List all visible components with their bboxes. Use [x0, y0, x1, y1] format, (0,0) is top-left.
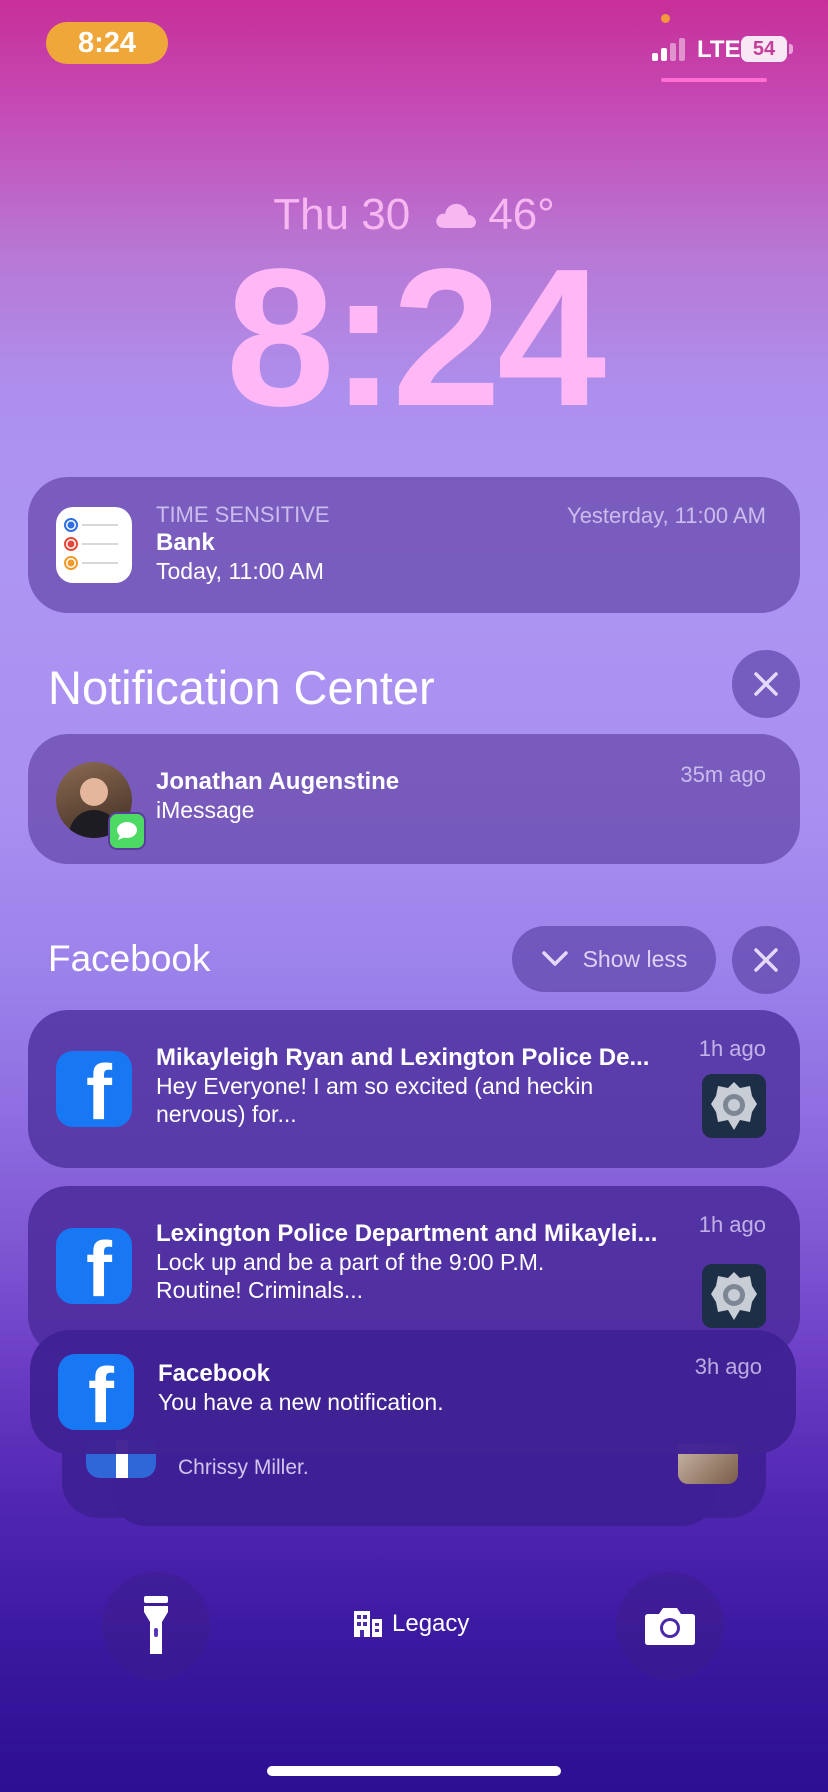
- speech-bubble-icon: [117, 822, 137, 840]
- chevron-down-icon: [541, 951, 568, 966]
- notification-center-title: Notification Center: [48, 661, 435, 714]
- police-badge-thumbnail: [702, 1264, 766, 1328]
- camera-button[interactable]: [616, 1572, 724, 1680]
- close-icon: [754, 672, 778, 696]
- facebook-icon: f: [58, 1354, 134, 1430]
- status-time-pill[interactable]: 8:24: [46, 22, 168, 64]
- control-center-indicator[interactable]: [661, 78, 767, 82]
- peek-notification-text: Chrissy Miller.: [178, 1456, 309, 1479]
- notification-title: Facebook: [158, 1360, 271, 1387]
- notification-title: Mikayleigh Ryan and Lexington Police De.…: [156, 1044, 650, 1071]
- clear-notification-center-button[interactable]: [732, 650, 800, 718]
- battery-level: 54: [752, 37, 776, 60]
- status-time: 8:24: [77, 26, 137, 59]
- police-badge-icon: [711, 1272, 757, 1320]
- notification-time: 35m ago: [680, 762, 766, 787]
- notification-body-line: nervous) for...: [156, 1101, 297, 1127]
- notification-time: Yesterday, 11:00 AM: [567, 503, 766, 528]
- show-less-label: Show less: [582, 945, 688, 972]
- reminders-list-icon: [64, 518, 118, 570]
- police-badge-thumbnail: [702, 1074, 766, 1138]
- facebook-icon: f: [56, 1051, 132, 1127]
- building-icon: [354, 1611, 382, 1637]
- police-badge-icon: [711, 1082, 757, 1130]
- battery-indicator: 54: [741, 36, 787, 62]
- messages-badge-icon: [108, 812, 146, 850]
- facebook-notification[interactable]: f Mikayleigh Ryan and Lexington Police D…: [28, 1010, 800, 1168]
- notification-title: Bank: [156, 529, 215, 556]
- notification-time: 1h ago: [698, 1212, 766, 1237]
- notification-body-line: Routine! Criminals...: [156, 1277, 364, 1303]
- cellular-signal-icon: [652, 38, 685, 61]
- camera-icon: [645, 1608, 695, 1645]
- cloud-icon: [436, 203, 477, 228]
- flashlight-button[interactable]: [102, 1572, 210, 1680]
- notification-body-line: Hey Everyone! I am so excited (and hecki…: [156, 1073, 594, 1099]
- reminders-icon: [56, 507, 132, 583]
- time-sensitive-label: TIME SENSITIVE: [156, 502, 330, 527]
- notification-time: 1h ago: [698, 1036, 766, 1061]
- notification-body-line: You have a new notification.: [158, 1389, 444, 1415]
- message-sender: Jonathan Augenstine: [156, 768, 400, 795]
- notification-time: 3h ago: [694, 1354, 762, 1379]
- show-less-button[interactable]: Show less: [512, 926, 716, 992]
- facebook-icon: f: [56, 1228, 132, 1304]
- home-indicator[interactable]: [267, 1766, 561, 1776]
- imessage-notification[interactable]: Jonathan Augenstine iMessage 35m ago: [28, 734, 800, 864]
- battery-cap: [789, 44, 793, 54]
- close-icon: [754, 948, 778, 972]
- notification-body: Today, 11:00 AM: [156, 558, 324, 584]
- privacy-indicator-dot: [661, 14, 670, 23]
- facebook-group-title: Facebook: [48, 938, 211, 979]
- notification-title: Lexington Police Department and Mikaylei…: [156, 1220, 658, 1247]
- clear-facebook-group-button[interactable]: [732, 926, 800, 994]
- time-sensitive-notification[interactable]: TIME SENSITIVE Bank Today, 11:00 AM Yest…: [28, 477, 800, 613]
- focus-mode-indicator[interactable]: Legacy: [354, 1610, 469, 1638]
- focus-mode-label: Legacy: [392, 1610, 470, 1637]
- carrier-label: LTE: [697, 36, 741, 63]
- notification-body-line: Lock up and be a part of the 9:00 P.M.: [156, 1249, 545, 1275]
- facebook-notification[interactable]: f Facebook You have a new notification. …: [30, 1330, 796, 1454]
- flashlight-icon: [144, 1596, 168, 1654]
- lock-screen-clock: 8:24: [225, 228, 606, 447]
- message-app-label: iMessage: [156, 797, 255, 823]
